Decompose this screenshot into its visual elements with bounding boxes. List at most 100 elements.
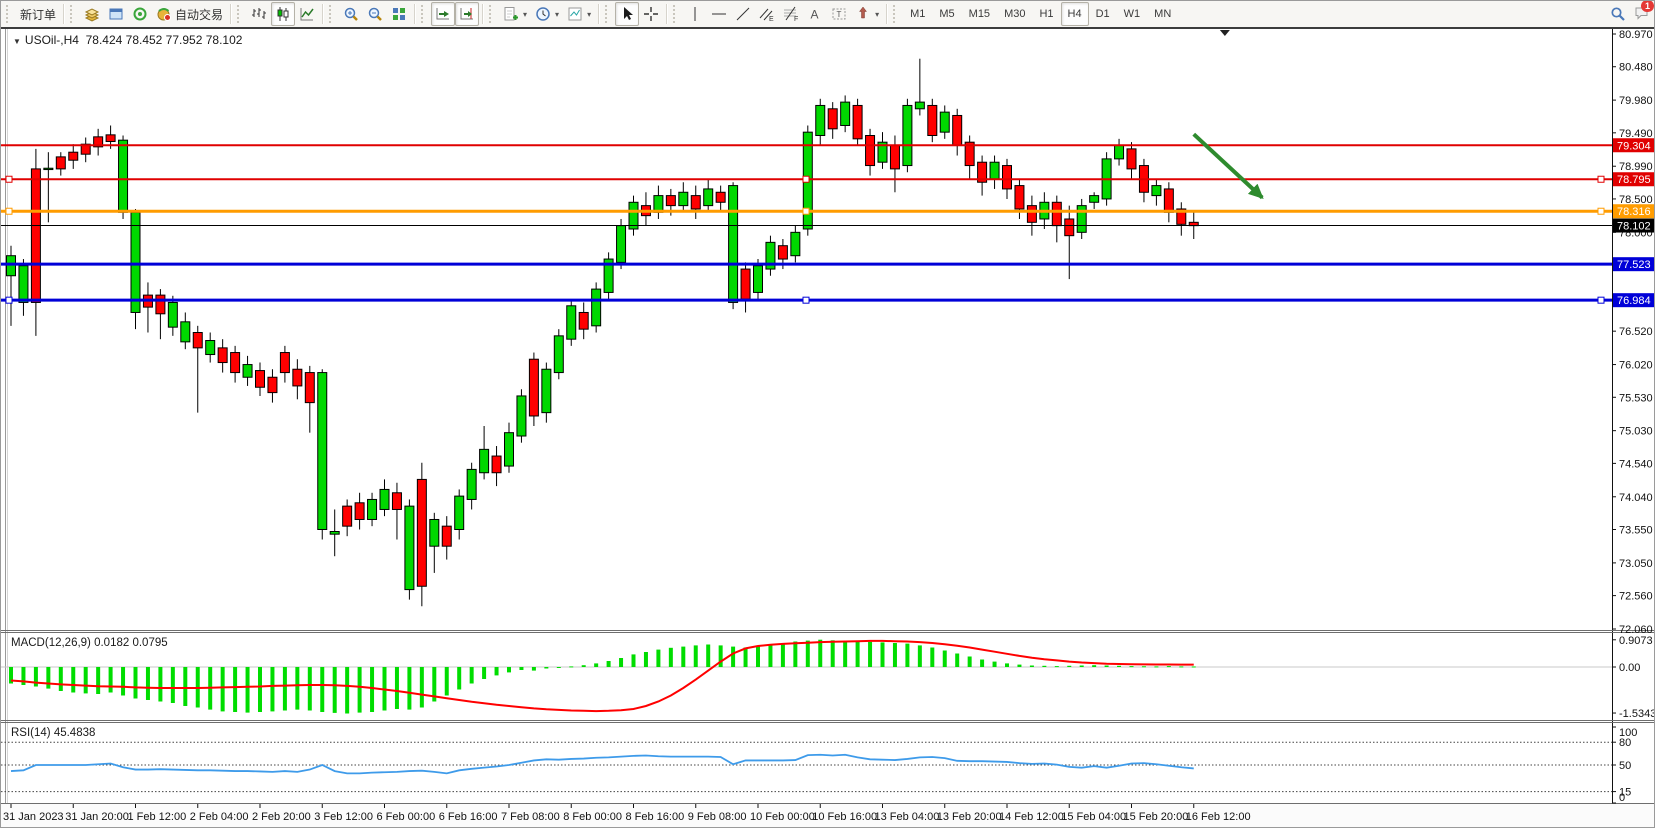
toolbar-group-handle[interactable] (237, 5, 244, 23)
macd-hist-bar (84, 667, 88, 693)
candle-bear (492, 456, 501, 473)
fibonacci-tool-button[interactable]: F (779, 2, 803, 26)
hline-selection-marker (803, 176, 809, 182)
zoom-in-button[interactable] (339, 2, 363, 26)
crosshair-tool-button[interactable] (639, 2, 663, 26)
auto-trading-button[interactable]: 自动交易 (152, 2, 227, 26)
macd-hist-bar (171, 667, 175, 703)
candle-bull (119, 140, 128, 212)
chart-collapse-arrow[interactable]: ▼ (13, 37, 21, 46)
candle-bear (31, 169, 40, 303)
horizontal-line-tool-button[interactable] (707, 2, 731, 26)
line-chart-mode-button[interactable] (295, 2, 319, 26)
candle-bear (666, 196, 675, 206)
toolbar-group-handle[interactable] (489, 5, 496, 23)
crosshair-icon (643, 6, 659, 22)
candle-bull (368, 499, 377, 519)
tf-d1-button[interactable]: D1 (1089, 2, 1117, 26)
market-window-button[interactable] (104, 2, 128, 26)
macd-hist-bar (246, 667, 250, 713)
bar-chart-mode-button[interactable] (247, 2, 271, 26)
macd-hist-bar (1017, 665, 1021, 667)
tile-windows-button[interactable] (387, 2, 411, 26)
chat-button[interactable]: 1 (1630, 2, 1654, 26)
toolbar-group-handle[interactable] (605, 5, 612, 23)
toolbar: 新订单 自动交易 ▾ ▾ ▾ EFAT ▾ M1 M5M15M30H1H4D1 W1 MN 1 (1, 1, 1655, 28)
candle-bear (1164, 189, 1173, 212)
toolbar-group-handle[interactable] (329, 5, 336, 23)
hline-selection-marker (803, 208, 809, 214)
dropdown-arrow-icon[interactable]: ▾ (587, 10, 591, 19)
time-axis[interactable]: 31 Jan 202331 Jan 20:001 Feb 12:002 Feb … (1, 804, 1655, 828)
toolbar-group-handle[interactable] (70, 5, 77, 23)
dropdown-arrow-icon[interactable]: ▾ (875, 10, 879, 19)
tf-mn-button[interactable]: MN (1147, 2, 1178, 26)
tf-w1-label: W1 (1124, 8, 1141, 20)
channel-tool-button[interactable]: E (755, 2, 779, 26)
tf-h1-button[interactable]: H1 (1032, 2, 1060, 26)
price-flag: 77.523 (1613, 257, 1655, 271)
svg-text:75.030: 75.030 (1619, 426, 1653, 438)
toolbar-group-handle[interactable] (893, 5, 900, 23)
candle-bear (256, 371, 265, 388)
toolbar-separator (598, 4, 599, 24)
dropdown-arrow-icon[interactable]: ▾ (523, 10, 527, 19)
macd-hist-bar (46, 667, 50, 689)
chart-ohlc-values: 78.424 78.452 77.952 78.102 (86, 33, 243, 47)
chart-canvas[interactable]: 80.97080.48079.98079.49078.99078.50078.0… (1, 1, 1655, 828)
tf-m15-button[interactable]: M15 (962, 2, 997, 26)
cursor-tool-button[interactable] (615, 2, 639, 26)
macd-hist-bar (445, 667, 449, 696)
tf-m1-button[interactable]: M1 (903, 2, 932, 26)
zoom-out-button[interactable] (363, 2, 387, 26)
text-tool-button[interactable]: A (803, 2, 827, 26)
signals-button[interactable] (128, 2, 152, 26)
terminal-window: 新订单自动交易▾▾▾EFAT▾M1M5M15M30H1H4D1W1MN1 ▼US… (0, 0, 1655, 828)
vertical-line-tool-button[interactable] (683, 2, 707, 26)
tf-h4-button[interactable]: H4 (1061, 2, 1089, 26)
periods-menu-button[interactable]: ▾ (531, 2, 563, 26)
toolbar-group-handle[interactable] (421, 5, 428, 23)
tf-m5-button[interactable]: M5 (932, 2, 961, 26)
tf-m30-button[interactable]: M30 (997, 2, 1032, 26)
macd-hist-bar (134, 667, 138, 699)
macd-hist-bar (681, 647, 685, 667)
macd-hist-bar (731, 647, 735, 667)
svg-text:7 Feb 08:00: 7 Feb 08:00 (501, 811, 560, 823)
candle-bear (355, 503, 364, 520)
candle-bull (131, 212, 140, 312)
dropdown-arrow-icon[interactable]: ▾ (555, 10, 559, 19)
macd-hist-bar (1042, 666, 1046, 667)
candle-bear (1003, 166, 1012, 189)
candle-bear (579, 312, 588, 329)
macd-hist-bar (980, 660, 984, 668)
toolbar-group-handle[interactable] (673, 5, 680, 23)
svg-text:14 Feb 12:00: 14 Feb 12:00 (999, 811, 1064, 823)
layers-button[interactable] (80, 2, 104, 26)
svg-text:9 Feb 08:00: 9 Feb 08:00 (688, 811, 747, 823)
svg-text:78.990: 78.990 (1619, 161, 1653, 173)
chart-shift-button[interactable] (455, 2, 479, 26)
auto-scroll-icon (435, 6, 451, 22)
arrows-tool-button[interactable]: ▾ (851, 2, 883, 26)
text-label-tool-button[interactable]: T (827, 2, 851, 26)
macd-hist-bar (1117, 666, 1121, 667)
trendline-tool-button[interactable] (731, 2, 755, 26)
candlestick-mode-button[interactable] (271, 2, 295, 26)
svg-text:76.520: 76.520 (1619, 326, 1653, 338)
macd-hist-bar (619, 658, 623, 667)
toolbar-group-handle[interactable] (6, 5, 13, 23)
candle-bear (691, 196, 700, 209)
candle-bear (1065, 219, 1074, 236)
indicators-menu-button[interactable]: ▾ (499, 2, 531, 26)
fibo-icon: F (783, 6, 799, 22)
candle-bull (243, 365, 252, 378)
search-button[interactable] (1606, 2, 1630, 26)
price-flag: 79.304 (1613, 138, 1655, 152)
auto-scroll-button[interactable] (431, 2, 455, 26)
svg-text:78.500: 78.500 (1619, 194, 1653, 206)
tf-w1-button[interactable]: W1 (1117, 2, 1148, 26)
tf-m1-label: M1 (910, 8, 925, 20)
templates-menu-button[interactable]: ▾ (563, 2, 595, 26)
new-order-button[interactable]: 新订单 (16, 2, 60, 26)
